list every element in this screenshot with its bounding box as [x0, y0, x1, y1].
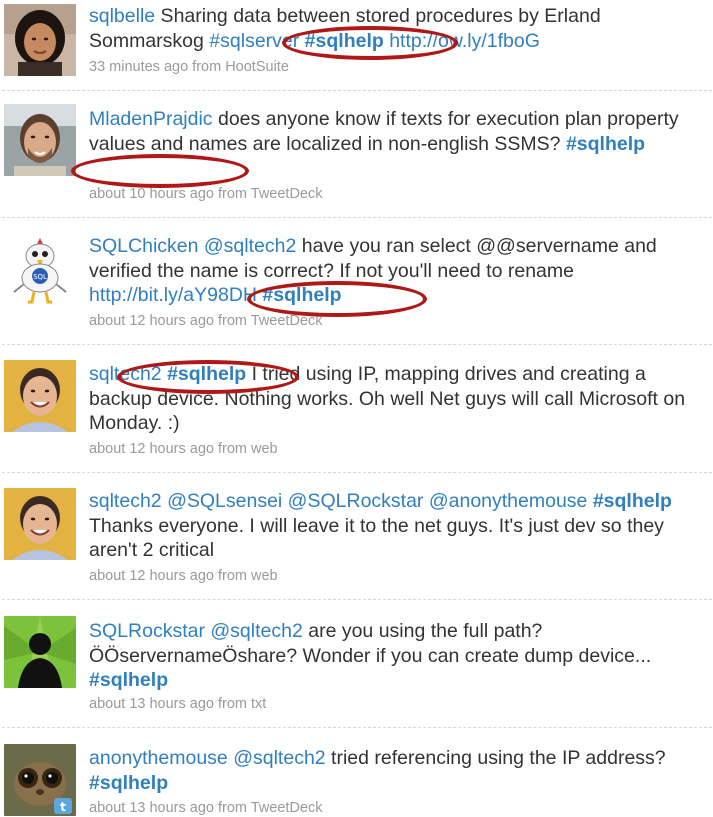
tweet-text: SQLRockstar @sqltech2 are you using the …: [89, 619, 709, 693]
silhouette-green-icon: [4, 616, 76, 688]
user-screen-name[interactable]: MladenPrajdic: [89, 108, 213, 130]
avatar[interactable]: [4, 104, 76, 176]
tweet-text-segment: Thanks everyone. I will leave it to the …: [89, 514, 664, 562]
avatar[interactable]: SQL: [4, 232, 76, 304]
mention-link[interactable]: @sqltech2: [204, 235, 296, 257]
tweet-meta: about 12 hours ago from web: [89, 568, 278, 584]
mention-link[interactable]: @sqltech2: [233, 747, 325, 769]
mention-link[interactable]: @SQLsensei: [167, 490, 282, 512]
divider: [2, 727, 712, 728]
user-photo-woman-icon: [4, 4, 76, 76]
avatar[interactable]: [4, 360, 76, 432]
user-screen-name[interactable]: sqltech2: [89, 363, 162, 385]
user-photo-man-beard-icon: [4, 104, 76, 176]
user-screen-name[interactable]: SQLChicken: [89, 235, 198, 257]
url-link[interactable]: http://bit.ly/aY98DH: [89, 284, 257, 306]
svg-text:SQL: SQL: [33, 273, 47, 281]
hashtag-link[interactable]: #sqlhelp: [593, 490, 672, 512]
hashtag-link[interactable]: #sqlhelp: [167, 363, 246, 385]
tweet-text: sqltech2 #sqlhelp I tried using IP, mapp…: [89, 362, 709, 436]
avatar[interactable]: t: [4, 744, 76, 816]
avatar[interactable]: [4, 616, 76, 688]
hashtag-link[interactable]: #sqlserver: [209, 30, 299, 52]
tweet-meta: about 13 hours ago from TweetDeck: [89, 800, 323, 816]
hashtag-link[interactable]: #sqlhelp: [89, 669, 168, 691]
user-screen-name[interactable]: SQLRockstar: [89, 620, 205, 642]
highlight-circle: [71, 154, 249, 188]
svg-text:t: t: [60, 800, 66, 814]
tweet-meta: about 12 hours ago from web: [89, 441, 278, 457]
avatar[interactable]: [4, 488, 76, 560]
tarsier-photo-icon: t: [4, 744, 76, 816]
tweet-text: MladenPrajdic does anyone know if texts …: [89, 107, 709, 156]
divider: [2, 217, 712, 218]
divider: [2, 472, 712, 473]
tweet-meta: about 13 hours ago from txt: [89, 696, 267, 712]
tweet-text-segment: tried referencing using the IP address?: [325, 747, 666, 769]
tweet-meta: about 12 hours ago from TweetDeck: [89, 313, 323, 329]
chicken-cartoon-icon: SQL: [4, 232, 76, 304]
user-screen-name[interactable]: sqlbelle: [89, 5, 155, 27]
hashtag-link[interactable]: #sqlhelp: [89, 772, 168, 794]
hashtag-link[interactable]: #sqlhelp: [262, 284, 341, 306]
divider: [2, 599, 712, 600]
divider: [2, 90, 712, 91]
tweet-meta: 33 minutes ago from HootSuite: [89, 59, 289, 75]
tweet-text: anonythemouse @sqltech2 tried referencin…: [89, 746, 709, 795]
tweet-text: SQLChicken @sqltech2 have you ran select…: [89, 234, 709, 308]
url-link[interactable]: http://ow.ly/1fboG: [389, 30, 540, 52]
hashtag-link[interactable]: #sqlhelp: [566, 133, 645, 155]
user-photo-man-smiling-icon: [4, 360, 76, 432]
user-screen-name[interactable]: sqltech2: [89, 490, 162, 512]
user-photo-man-smiling-icon: [4, 488, 76, 560]
tweet-text: sqltech2 @SQLsensei @SQLRockstar @anonyt…: [89, 489, 709, 563]
mention-link[interactable]: @anonythemouse: [429, 490, 588, 512]
hashtag-link[interactable]: #sqlhelp: [305, 30, 384, 52]
mention-link[interactable]: @sqltech2: [210, 620, 302, 642]
tweet-text: sqlbelle Sharing data between stored pro…: [89, 4, 709, 53]
user-screen-name[interactable]: anonythemouse: [89, 747, 228, 769]
avatar[interactable]: [4, 4, 76, 76]
tweet-meta: about 10 hours ago from TweetDeck: [89, 186, 323, 202]
divider: [2, 344, 712, 345]
mention-link[interactable]: @SQLRockstar: [288, 490, 424, 512]
